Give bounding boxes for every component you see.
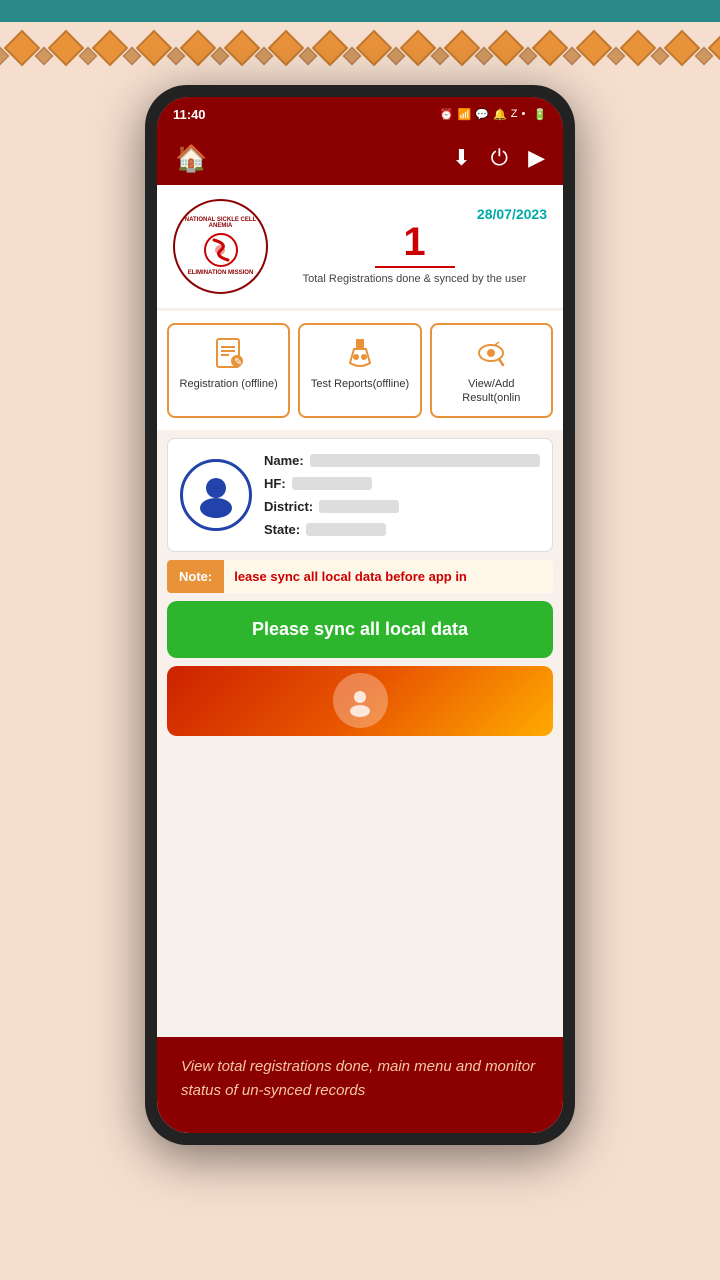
registration-btn[interactable]: ✎ Registration (offline): [167, 323, 290, 418]
user-fields: Name: HF: District: State:: [264, 453, 540, 537]
view-result-btn[interactable]: View/Add Result(onlin: [430, 323, 553, 418]
avatar: [180, 459, 252, 531]
registration-icon: ✎: [211, 335, 247, 371]
sync-button[interactable]: Please sync all local data: [167, 601, 553, 658]
test-report-btn-label: Test Reports(offline): [311, 377, 409, 391]
view-result-btn-label: View/Add Result(onlin: [438, 377, 545, 406]
play-icon[interactable]: ▶: [528, 145, 545, 171]
user-card: Name: HF: District: State:: [167, 438, 553, 552]
district-field: District:: [264, 499, 540, 514]
status-time: 11:40: [173, 107, 206, 122]
bottom-tooltip: View total registrations done, main menu…: [157, 1037, 563, 1133]
state-field: State:: [264, 522, 540, 537]
name-label: Name:: [264, 453, 304, 468]
state-label: State:: [264, 522, 300, 537]
logo-stats-section: NATIONAL SICKLE CELL ANEMIA ELIMINATION …: [157, 185, 563, 309]
view-result-icon: [473, 335, 509, 371]
app-bar: 🏠 ⬇ ⏻ ▶: [157, 131, 563, 185]
app-bar-right: ⬇ ⏻ ▶: [452, 145, 545, 171]
test-report-icon: [342, 335, 378, 371]
stats-area: 28/07/2023 1 Total Registrations done & …: [282, 206, 547, 287]
home-icon[interactable]: 🏠: [175, 143, 207, 174]
svg-text:✎: ✎: [234, 357, 242, 368]
hf-label: HF:: [264, 476, 286, 491]
name-field: Name:: [264, 453, 540, 468]
district-label: District:: [264, 499, 313, 514]
registration-count: 1: [282, 222, 547, 262]
power-icon[interactable]: ⏻: [491, 145, 508, 171]
sync-button-label: Please sync all local data: [252, 619, 468, 639]
download-icon[interactable]: ⬇: [452, 145, 470, 171]
note-label: Note:: [167, 560, 224, 593]
phone-frame: 11:40 ⏰📶💬🔔Z•🔋 🏠 ⬇ ⏻ ▶ NATIONAL: [145, 85, 575, 1145]
phone-screen: 11:40 ⏰📶💬🔔Z•🔋 🏠 ⬇ ⏻ ▶ NATIONAL: [157, 97, 563, 1133]
note-banner: Note: lease sync all local data before a…: [167, 560, 553, 593]
count-description: Total Registrations done & synced by the…: [282, 272, 547, 287]
test-report-btn[interactable]: Test Reports(offline): [298, 323, 421, 418]
status-icons: ⏰📶💬🔔Z•🔋: [440, 108, 547, 121]
status-bar: 11:40 ⏰📶💬🔔Z•🔋: [157, 97, 563, 131]
tooltip-text: View total registrations done, main menu…: [181, 1055, 539, 1103]
sync-button-container: Please sync all local data: [167, 601, 553, 658]
bottom-card-preview: [167, 666, 553, 736]
app-logo: NATIONAL SICKLE CELL ANEMIA ELIMINATION …: [173, 199, 268, 294]
registration-btn-label: Registration (offline): [180, 377, 278, 391]
menu-buttons-row: ✎ Registration (offline) Test Reports(of…: [157, 311, 563, 430]
hf-field: HF:: [264, 476, 540, 491]
note-text: lease sync all local data before app in: [224, 560, 477, 593]
